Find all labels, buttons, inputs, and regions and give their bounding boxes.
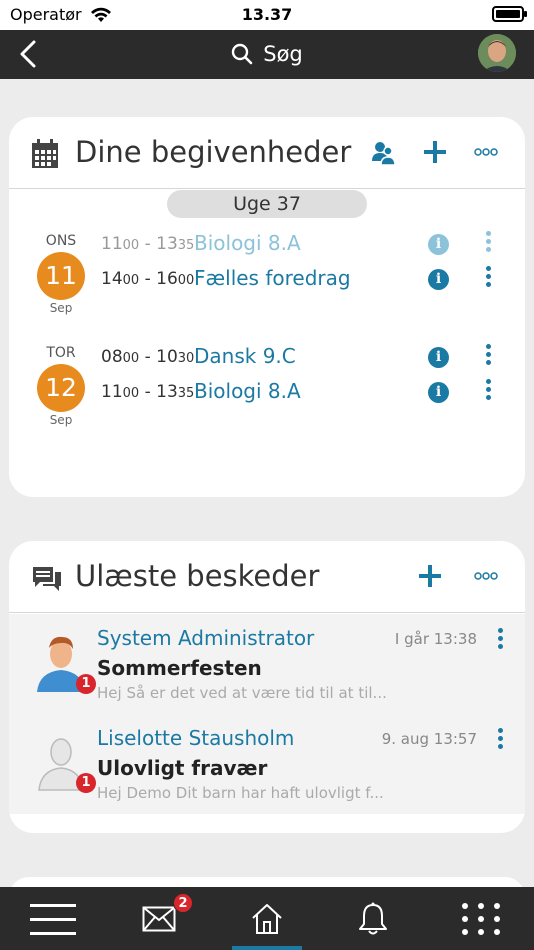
event-title[interactable]: Biologi 8.A: [194, 231, 301, 255]
event-time: 0800 - 1030: [101, 347, 195, 367]
kebab-menu-icon[interactable]: [486, 379, 492, 403]
battery-icon: [492, 6, 527, 22]
message-date: 9. aug 13:57: [381, 730, 477, 748]
info-icon[interactable]: i: [428, 269, 449, 290]
messages-list: 1 System Administrator I går 13:38 Somme…: [9, 614, 525, 814]
events-card: Dine begivenheder Uge 37 ONS 11 Sep 1100…: [9, 117, 525, 497]
messages-card-title: Ulæste beskeder: [75, 559, 320, 593]
event-time: 1100 - 1335: [101, 234, 195, 254]
month-label: Sep: [49, 413, 73, 427]
event-row[interactable]: 1400 - 1600 Fælles foredrag i: [101, 266, 517, 296]
message-sender[interactable]: Liselotte Stausholm: [97, 726, 294, 750]
message-row[interactable]: 1 Liselotte Stausholm 9. aug 13:57 Ulovl…: [9, 714, 525, 814]
add-event-icon[interactable]: [423, 139, 447, 165]
tab-messages[interactable]: 2: [106, 887, 212, 950]
events-card-title: Dine begivenheder: [75, 135, 352, 169]
bell-icon: [359, 902, 387, 934]
info-icon[interactable]: i: [428, 382, 449, 403]
event-time: 1100 - 1335: [101, 382, 195, 402]
event-title[interactable]: Dansk 9.C: [194, 344, 296, 368]
kebab-menu-icon[interactable]: [498, 628, 504, 652]
hamburger-menu-icon: [30, 903, 76, 935]
more-options-icon[interactable]: [474, 571, 498, 581]
date-badge: ONS 11 Sep: [33, 233, 89, 315]
info-icon[interactable]: i: [428, 234, 449, 255]
kebab-menu-icon[interactable]: [486, 231, 492, 255]
day-number: 11: [37, 252, 85, 300]
envelope-icon: [142, 906, 176, 931]
search-button[interactable]: Søg: [0, 42, 534, 66]
status-time: 13.37: [241, 5, 293, 24]
kebab-menu-icon[interactable]: [486, 266, 492, 290]
active-tab-indicator: [232, 946, 302, 950]
event-time: 1400 - 1600: [101, 269, 195, 289]
events-card-header: Dine begivenheder: [9, 117, 525, 189]
chat-bubbles-icon: [33, 567, 61, 591]
weekday-label: ONS: [45, 233, 77, 249]
date-badge: TOR 12 Sep: [33, 345, 89, 427]
calendar-icon: [32, 139, 58, 168]
event-title[interactable]: Fælles foredrag: [194, 266, 351, 290]
tab-apps[interactable]: [428, 887, 534, 950]
unread-badge: 1: [76, 773, 96, 793]
search-icon: [232, 43, 253, 65]
message-preview: Hej Demo Dit barn har haft ulovligt f...: [97, 784, 384, 802]
day-number: 12: [37, 364, 85, 412]
home-icon: [252, 903, 282, 934]
weekday-label: TOR: [46, 345, 76, 361]
event-title[interactable]: Biologi 8.A: [194, 379, 301, 403]
search-label: Søg: [263, 42, 303, 66]
user-avatar[interactable]: [478, 34, 516, 72]
message-row[interactable]: 1 System Administrator I går 13:38 Somme…: [9, 614, 525, 714]
user-photo-icon: [478, 34, 516, 72]
new-message-icon[interactable]: [418, 563, 442, 589]
tab-home[interactable]: [214, 887, 320, 950]
info-icon[interactable]: i: [428, 347, 449, 368]
message-subject: Ulovligt fravær: [97, 756, 268, 780]
message-preview: Hej Så er det ved at være tid til at til…: [97, 684, 387, 702]
message-date: I går 13:38: [394, 630, 477, 648]
kebab-menu-icon[interactable]: [486, 344, 492, 368]
grid-dots-icon: [462, 902, 500, 935]
messages-card-header: Ulæste beskeder: [9, 541, 525, 613]
unread-badge: 1: [76, 674, 96, 694]
kebab-menu-icon[interactable]: [498, 728, 504, 752]
messages-card: Ulæste beskeder 1 System Administrator I…: [9, 541, 525, 833]
tab-notifications[interactable]: [320, 887, 426, 950]
top-nav-bar: Søg: [0, 30, 534, 79]
message-subject: Sommerfesten: [97, 656, 262, 680]
bottom-tab-bar: 2: [0, 887, 534, 950]
event-row[interactable]: 0800 - 1030 Dansk 9.C i: [101, 344, 517, 374]
tab-menu[interactable]: [0, 887, 106, 950]
month-label: Sep: [49, 301, 73, 315]
status-bar: Operatør 13.37: [0, 0, 534, 30]
week-label: Uge 37: [167, 190, 367, 218]
messages-count-badge: 2: [173, 893, 193, 913]
group-calendar-icon[interactable]: [371, 139, 397, 167]
message-sender[interactable]: System Administrator: [97, 626, 314, 650]
event-row[interactable]: 1100 - 1335 Biologi 8.A i: [101, 231, 517, 261]
more-options-icon[interactable]: [474, 147, 498, 157]
event-row[interactable]: 1100 - 1335 Biologi 8.A i: [101, 379, 517, 409]
